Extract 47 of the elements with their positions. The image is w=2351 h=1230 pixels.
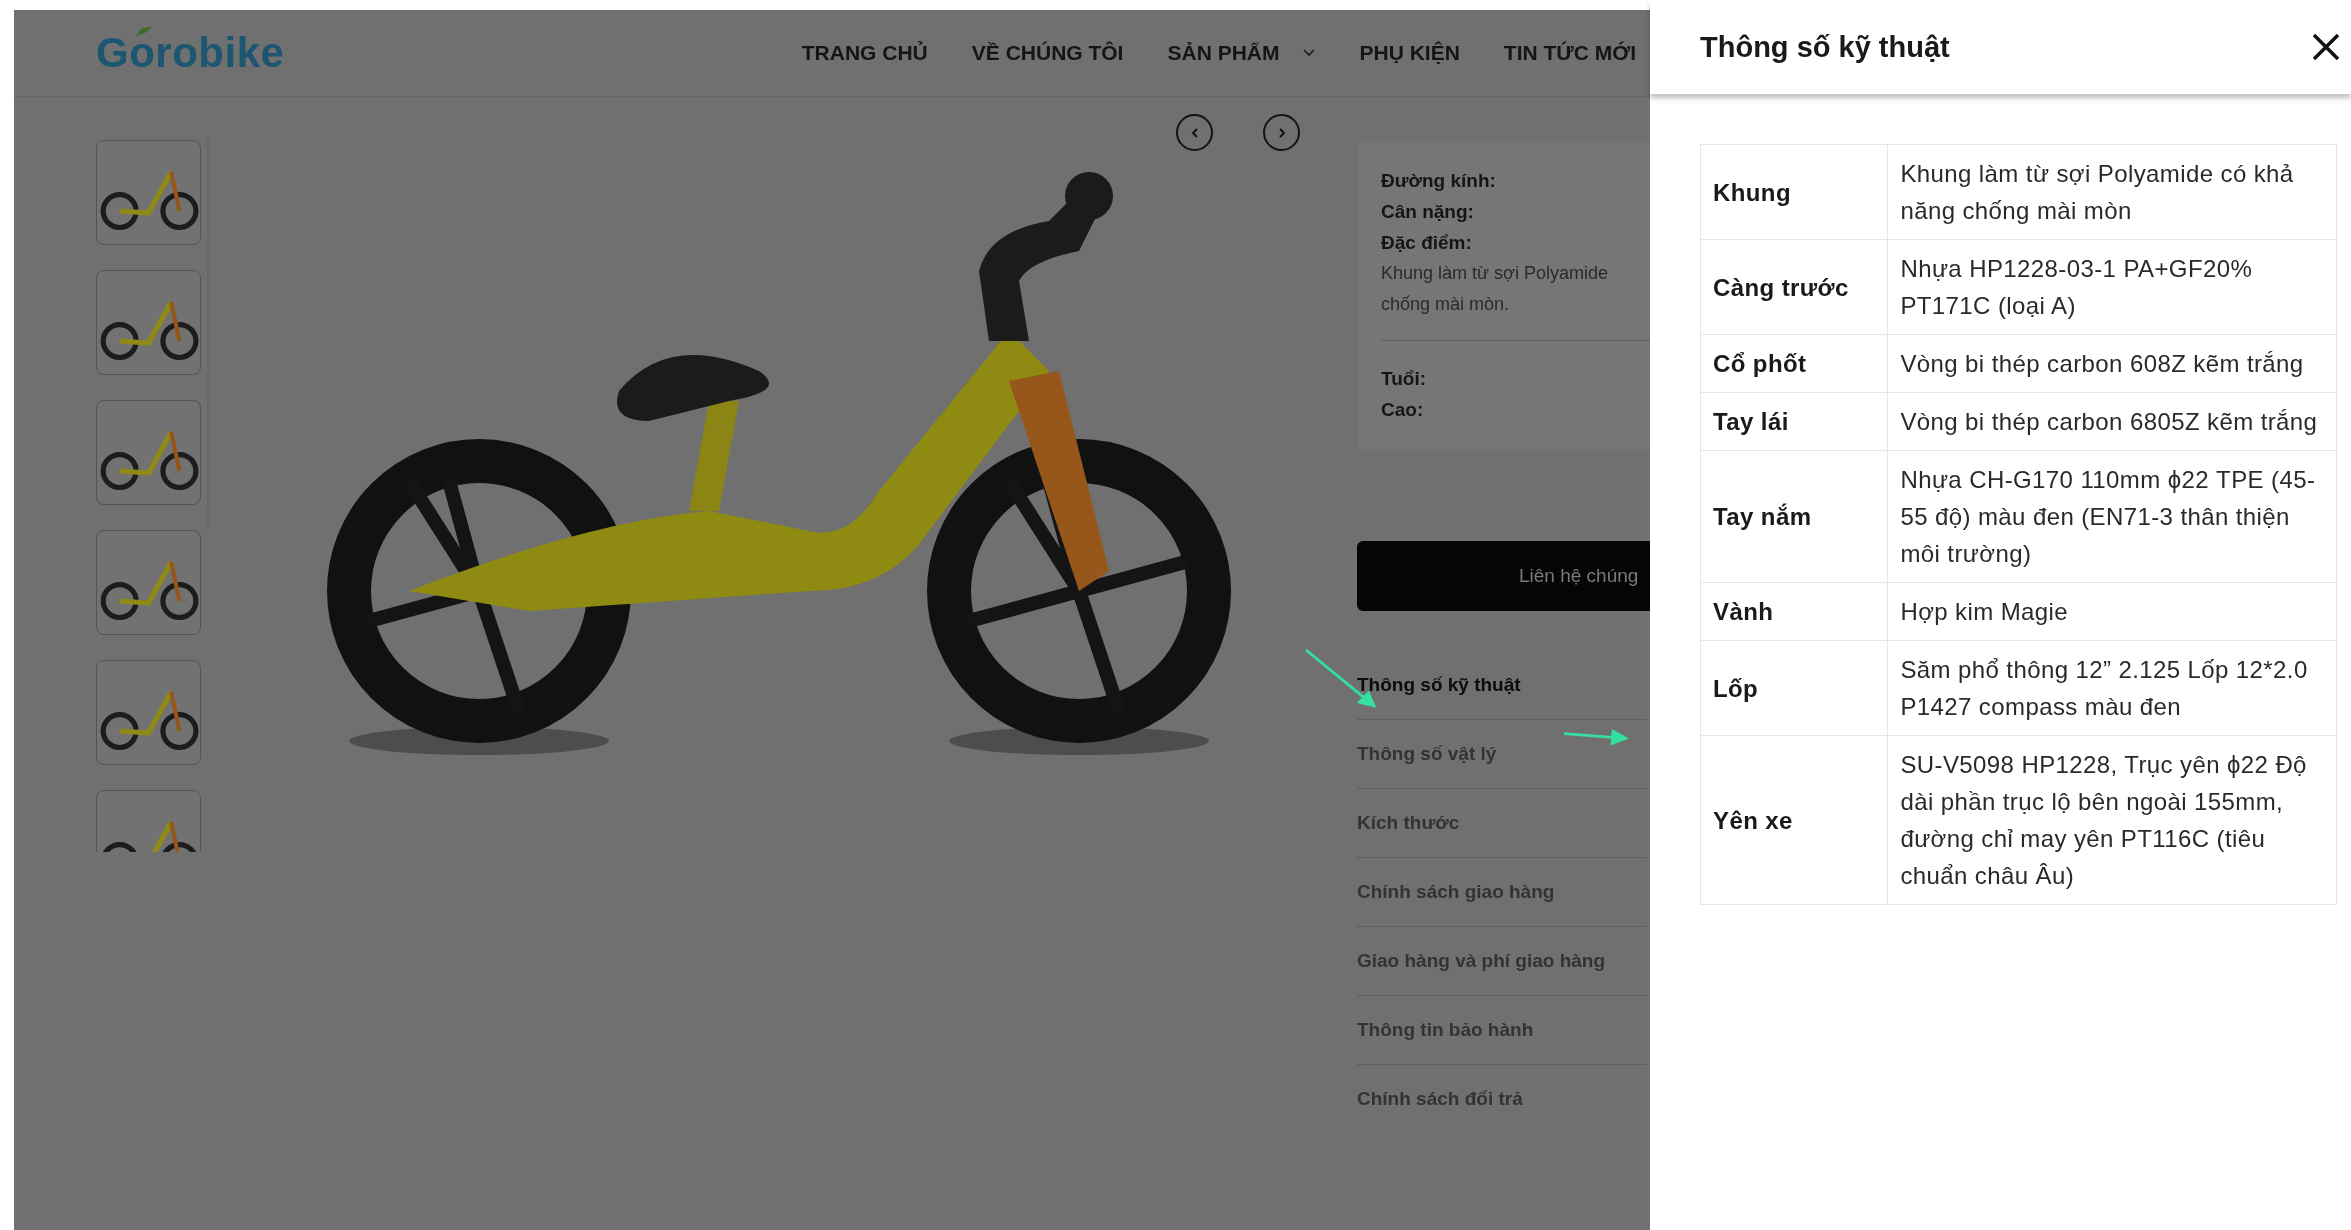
spec-label: Khung [1700, 144, 1888, 240]
spec-value: Vòng bi thép carbon 6805Z kẽm trắng [1887, 392, 2337, 451]
nav-link[interactable]: TIN TỨC MỚI [1503, 41, 1636, 65]
spec-label: Lốp [1700, 640, 1888, 736]
spec-tab[interactable]: Kích thước [1357, 789, 1647, 858]
info-description: chống mài mòn. [1381, 293, 1511, 316]
nav-link[interactable]: PHỤ KIỆN [1359, 41, 1460, 65]
spec-tab[interactable]: Thông số vật lý [1357, 720, 1647, 789]
spec-value: Nhựa CH-G170 110mm ϕ22 TPE (45-55 độ) màu đen (EN71-3 thân thiện môi trường) [1887, 450, 2337, 583]
product-thumbnail[interactable] [96, 660, 201, 765]
panel-title: Thông số kỹ thuật [1700, 30, 1950, 64]
spec-label: Càng trước [1700, 239, 1888, 335]
spec-value: SU-V5098 HP1228, Trục yên ϕ22 Độ dài phần trục lộ bên ngoài 155mm, đường chỉ may yên PT116C (tiêu chuẩn châu Âu) [1887, 735, 2337, 905]
previous-button[interactable] [1176, 114, 1213, 151]
spec-tab[interactable]: Chính sách đổi trả [1357, 1065, 1647, 1133]
spec-label: Tay nắm [1700, 450, 1888, 583]
nav-link[interactable]: TRANG CHỦ [801, 41, 928, 65]
spec-value: Săm phổ thông 12” 2.125 Lốp 12*2.0 P1427 compass màu đen [1887, 640, 2337, 736]
product-thumbnail[interactable] [96, 140, 201, 245]
product-thumbnail[interactable] [96, 530, 201, 635]
spec-value: Hợp kim Magie [1887, 582, 2337, 641]
close-icon[interactable] [2311, 32, 2341, 62]
spec-tab[interactable]: Thông tin bảo hành [1357, 996, 1647, 1065]
nav-link[interactable]: VỀ CHÚNG TÔI [971, 41, 1124, 65]
info-label: Đặc điểm: [1381, 231, 1473, 255]
spec-tab[interactable]: Thông số kỹ thuật [1357, 651, 1647, 720]
info-label: Cân nặng: [1381, 200, 1475, 224]
nav-link[interactable]: SẢN PHẨM [1167, 41, 1316, 65]
info-label: Đường kính: [1381, 169, 1497, 193]
spec-tab[interactable]: Chính sách giao hàng [1357, 858, 1647, 927]
product-thumbnail[interactable] [96, 270, 201, 375]
spec-label: Tay lái [1700, 392, 1888, 451]
spec-tab[interactable]: Giao hàng và phí giao hàng [1357, 927, 1647, 996]
spec-label: Cổ phốt [1700, 334, 1888, 393]
annotation-arrow [1563, 728, 1629, 746]
spec-label: Yên xe [1700, 735, 1888, 905]
info-label: Tuổi: [1381, 367, 1427, 391]
contact-button[interactable]: Liên hệ chúng [1357, 541, 1650, 611]
spec-value: Vòng bi thép carbon 608Z kẽm trắng [1887, 334, 2337, 393]
info-label: Cao: [1381, 398, 1425, 422]
spec-value: Khung làm từ sợi Polyamide có khả năng chống mài mòn [1887, 144, 2337, 240]
spec-label: Vành [1700, 582, 1888, 641]
next-button[interactable] [1263, 114, 1300, 151]
product-thumbnail[interactable] [96, 400, 201, 505]
info-description: Khung làm từ sợi Polyamide [1381, 262, 1609, 285]
spec-value: Nhựa HP1228-03-1 PA+GF20% PT171C (loại A) [1887, 239, 2337, 335]
caret-icon [1303, 49, 1316, 57]
